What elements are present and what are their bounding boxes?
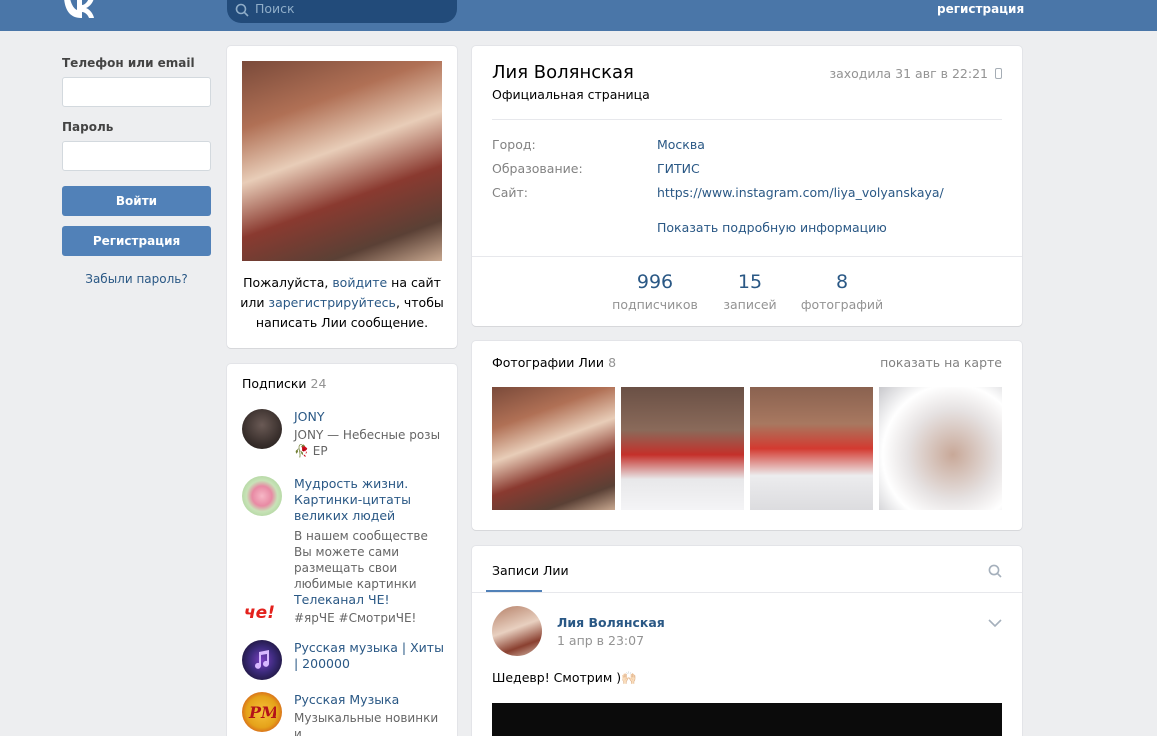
stat-number: 8 (835, 271, 849, 293)
password-label: Пароль (62, 120, 114, 134)
stat-label: фотографий (800, 297, 884, 312)
phone-email-field[interactable] (62, 77, 211, 107)
login-form: Телефон или email Пароль Войти Регистрац… (62, 56, 211, 286)
photos-count: 8 (608, 355, 617, 370)
photo-thumb[interactable] (621, 387, 744, 510)
subscription-desc: Музыкальные новинки и (294, 711, 439, 736)
subscription-avatar (242, 640, 282, 680)
divider (472, 256, 1022, 257)
info-key: Образование: (492, 161, 583, 176)
wall-card: Записи Лии Лия Волянская 1 апр в 23:07 Ш… (472, 546, 1022, 736)
stat-posts[interactable]: 15 записей (712, 271, 788, 312)
info-value[interactable]: https://www.instagram.com/liya_volyanska… (657, 185, 944, 200)
info-value[interactable]: ГИТИС (657, 161, 700, 176)
register-button[interactable]: Регистрация (62, 226, 211, 256)
svg-text:чe!: чe! (244, 603, 275, 622)
stat-label: подписчиков (612, 297, 698, 312)
post-video[interactable] (492, 703, 1002, 736)
forgot-password-link[interactable]: Забыли пароль? (62, 272, 211, 286)
message-prompt: Пожалуйста, войдите на сайт или зарегист… (239, 273, 445, 333)
post-text: Шедевр! Смотрим )🙌🏻 (492, 670, 637, 685)
photo-thumb[interactable] (750, 387, 873, 510)
profile-info-card: Лия Волянская Официальная страница заход… (472, 46, 1022, 326)
header-register-link[interactable]: регистрация (937, 2, 1024, 16)
svg-text:PM: PM (248, 703, 276, 722)
subscription-desc: JONY — Небесные розы 🥀 EP (294, 428, 441, 458)
subscription-desc: В нашем сообществе Вы можете сами размещ… (294, 529, 428, 591)
stat-label: записей (723, 297, 777, 312)
profile-avatar[interactable] (242, 61, 442, 261)
login-link[interactable]: войдите (332, 275, 387, 290)
stat-number: 15 (737, 271, 763, 293)
subscription-avatar: PM (242, 692, 282, 732)
subscription-desc: #ярЧЕ #СмотриЧЕ! (294, 611, 417, 625)
post-author-name[interactable]: Лия Волянская (557, 615, 665, 630)
mobile-icon (995, 68, 1002, 79)
photo-thumb[interactable] (492, 387, 615, 510)
password-field[interactable] (62, 141, 211, 171)
post-author-avatar[interactable] (492, 606, 542, 656)
tab-posts[interactable]: Записи Лии (492, 563, 569, 578)
subscription-name[interactable]: Русская музыка | Хиты | 200000 (294, 640, 444, 672)
photos-card: Фотографии Лии 8 показать на карте (472, 341, 1022, 530)
register-link[interactable]: зарегистрируйтесь (268, 295, 396, 310)
stat-followers[interactable]: 996 подписчиков (610, 271, 700, 312)
message-prompt-text: Пожалуйста, (243, 275, 333, 290)
subscription-name[interactable]: Телеканал ЧЕ! (294, 592, 444, 608)
subscription-name[interactable]: Мудрость жизни. Картинки-цитаты великих … (294, 476, 444, 524)
vk-logo-icon[interactable] (62, 0, 96, 20)
subscriptions-count: 24 (310, 376, 327, 391)
subscriptions-card: Подписки 24 JONY JONY — Небесные розы 🥀 E… (227, 364, 457, 736)
search-box[interactable]: Поиск (227, 0, 457, 23)
profile-name: Лия Волянская (492, 62, 634, 83)
music-note-icon (255, 650, 269, 669)
top-header: Поиск регистрация (0, 0, 1157, 31)
last-seen: заходила 31 авг в 22:21 (829, 66, 988, 81)
chevron-down-icon[interactable] (988, 618, 1002, 628)
divider (472, 592, 1022, 593)
rm-logo-icon: PM (248, 703, 276, 722)
che-logo-icon: чe! (244, 603, 275, 622)
show-more-info-link[interactable]: Показать подробную информацию (657, 220, 887, 235)
login-button[interactable]: Войти (62, 186, 211, 216)
subscription-name[interactable]: JONY (294, 409, 444, 425)
stat-number: 996 (636, 271, 674, 293)
subscription-name[interactable]: Русская Музыка (294, 692, 444, 708)
divider (492, 119, 1002, 120)
photo-thumb[interactable] (879, 387, 1002, 510)
info-value[interactable]: Москва (657, 137, 705, 152)
subscription-avatar (242, 476, 282, 516)
subscription-avatar (242, 409, 282, 449)
photos-header[interactable]: Фотографии Лии 8 (492, 355, 616, 370)
post-date[interactable]: 1 апр в 23:07 (557, 633, 644, 648)
search-placeholder: Поиск (255, 1, 295, 16)
show-on-map-link[interactable]: показать на карте (880, 355, 1002, 370)
avatar-card: Пожалуйста, войдите на сайт или зарегист… (227, 46, 457, 348)
search-icon[interactable] (988, 564, 1002, 578)
subscriptions-header[interactable]: Подписки 24 (242, 376, 326, 391)
subscription-avatar: чe! (242, 592, 282, 632)
info-key: Сайт: (492, 185, 529, 200)
info-key: Город: (492, 137, 536, 152)
phone-email-label: Телефон или email (62, 56, 195, 70)
stat-photos[interactable]: 8 фотографий (797, 271, 887, 312)
photos-title: Фотографии Лии (492, 355, 605, 370)
search-icon (235, 3, 249, 17)
profile-subtitle: Официальная страница (492, 87, 650, 102)
subscriptions-title: Подписки (242, 376, 307, 391)
